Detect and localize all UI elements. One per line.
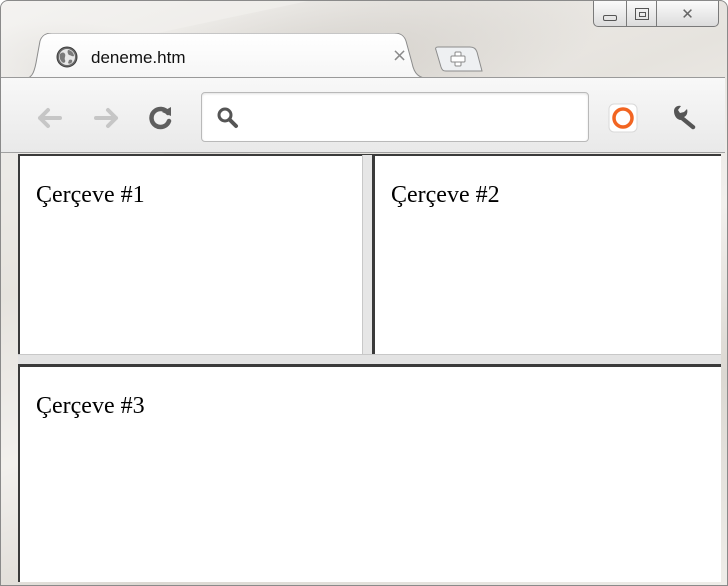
tab-close-icon[interactable]: × (392, 45, 407, 67)
search-icon (217, 107, 238, 128)
globe-icon (56, 46, 78, 68)
maximize-button[interactable] (627, 1, 657, 27)
window-controls: ✕ (593, 1, 719, 27)
reload-icon (149, 106, 172, 130)
forward-button[interactable] (92, 104, 120, 132)
horizontal-frame-splitter[interactable] (18, 354, 721, 367)
back-button[interactable] (36, 104, 64, 132)
forward-arrow-icon (94, 108, 118, 128)
back-arrow-icon (38, 108, 62, 128)
extension-icon[interactable] (607, 102, 639, 134)
vertical-frame-splitter[interactable] (362, 155, 375, 355)
frame-1: Çerçeve #1 (20, 156, 362, 354)
omnibox-input[interactable] (246, 100, 580, 136)
frame-2-label: Çerçeve #2 (391, 182, 500, 208)
maximize-icon (634, 7, 649, 20)
frame-3: Çerçeve #3 (20, 367, 720, 581)
close-window-button[interactable]: ✕ (657, 1, 719, 27)
close-icon: ✕ (681, 4, 694, 23)
new-tab-button[interactable] (434, 45, 484, 73)
wrench-icon[interactable] (668, 102, 700, 134)
minimize-icon (603, 14, 617, 21)
frame-3-label: Çerçeve #3 (36, 393, 145, 419)
frame-2: Çerçeve #2 (375, 156, 720, 354)
minimize-button[interactable] (593, 1, 627, 27)
reload-button[interactable] (147, 104, 175, 132)
tab-title: deneme.htm (91, 48, 186, 67)
frame-1-label: Çerçeve #1 (36, 182, 145, 208)
tab[interactable] (22, 33, 432, 79)
